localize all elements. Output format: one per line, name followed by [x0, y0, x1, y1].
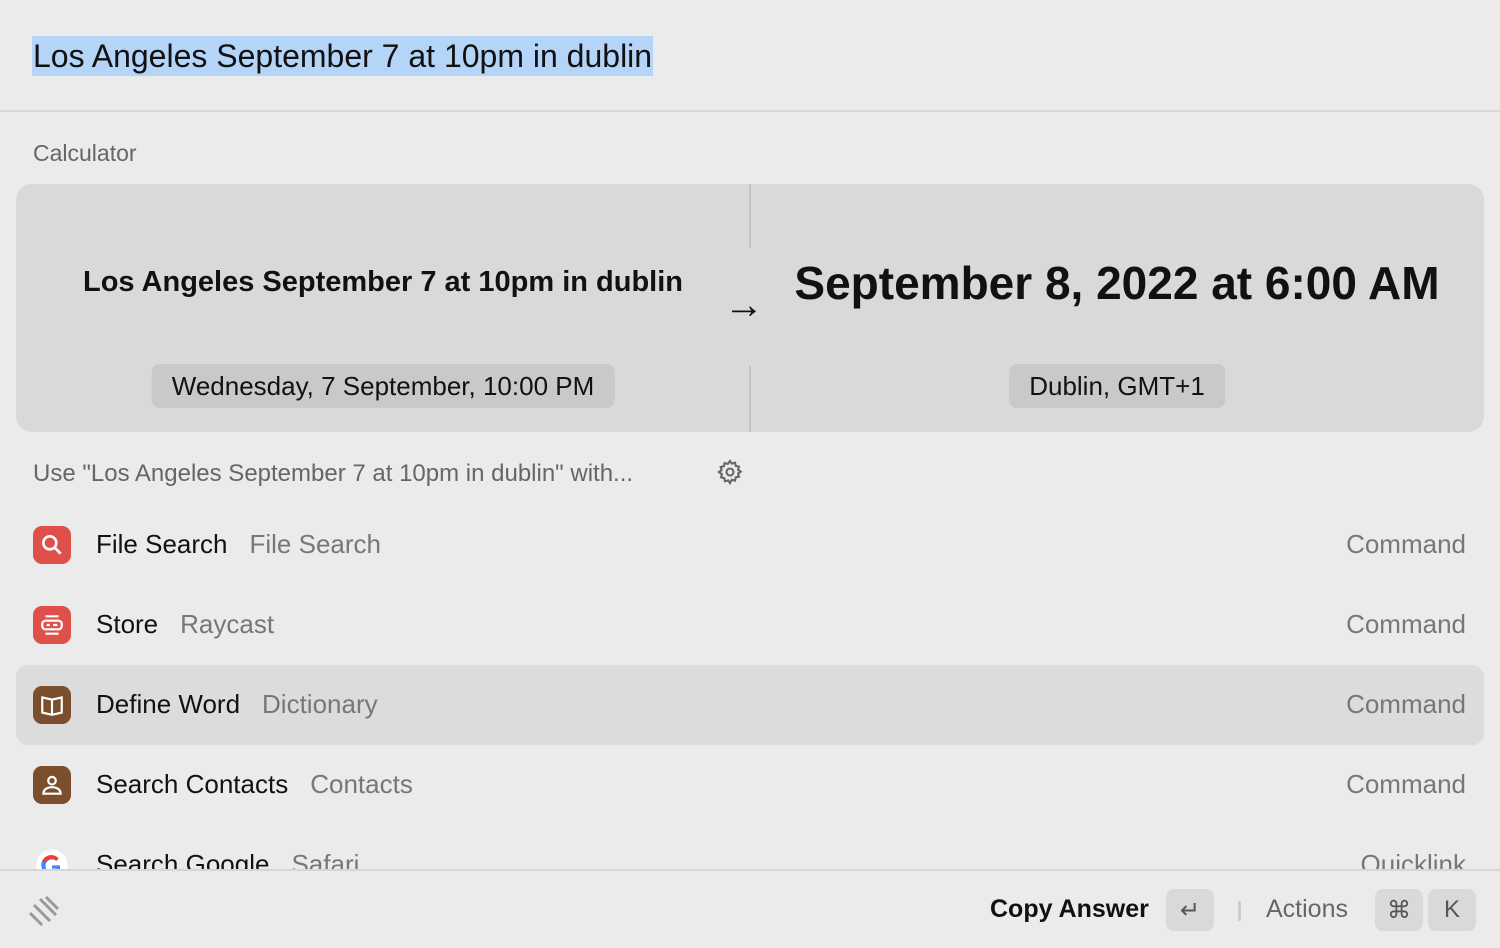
command-key-icon: ⌘ — [1375, 889, 1423, 931]
footer-bar: Copy Answer ↵ Actions ⌘ K — [0, 869, 1500, 948]
section-label: Calculator — [33, 140, 137, 166]
item-kind: Command — [1346, 769, 1466, 799]
item-subtitle: Contacts — [310, 769, 413, 799]
item-title: Store Raycast — [96, 609, 274, 640]
search-input[interactable]: Los Angeles September 7 at 10pm in dubli… — [32, 36, 654, 76]
divider — [1238, 901, 1241, 921]
item-kind: Quicklink — [1360, 849, 1466, 869]
list-item[interactable]: Search Google Safari Quicklink — [16, 825, 1484, 869]
gear-icon[interactable] — [716, 458, 744, 486]
fallback-label: Use "Los Angeles September 7 at 10pm in … — [33, 460, 634, 487]
arrow-right-icon: → — [724, 283, 764, 327]
answer-text: September 8, 2022 at 6:00 AM — [794, 257, 1440, 309]
item-title-text: Store — [96, 609, 159, 639]
store-icon — [33, 606, 71, 644]
list-item[interactable]: File Search File Search Command — [16, 505, 1484, 585]
actions-button[interactable]: Actions — [1266, 895, 1348, 924]
item-kind: Command — [1346, 529, 1466, 559]
question-text: Los Angeles September 7 at 10pm in dubli… — [83, 266, 683, 298]
k-key-icon: K — [1428, 889, 1476, 931]
results-list: File Search File Search Command Store Rayc… — [0, 505, 1500, 869]
list-item[interactable]: Define Word Dictionary Command — [16, 665, 1484, 745]
item-kind: Command — [1346, 609, 1466, 639]
calculator-question: Los Angeles September 7 at 10pm in dubli… — [16, 184, 750, 432]
raycast-logo-icon — [28, 895, 60, 927]
item-title-text: File Search — [96, 529, 228, 559]
book-icon — [33, 686, 71, 724]
magnifier-icon — [33, 526, 71, 564]
copy-answer-button[interactable]: Copy Answer — [990, 895, 1149, 924]
item-title-text: Define Word — [96, 689, 241, 719]
item-title: File Search File Search — [96, 529, 381, 560]
item-subtitle: File Search — [249, 529, 382, 559]
google-icon — [33, 846, 71, 869]
enter-key-icon: ↵ — [1166, 889, 1214, 931]
item-title: Define Word Dictionary — [96, 689, 378, 720]
item-title-text: Search Contacts — [96, 769, 289, 799]
list-item[interactable]: Search Contacts Contacts Command — [16, 745, 1484, 825]
item-title: Search Google Safari — [96, 849, 359, 869]
item-subtitle: Safari — [291, 849, 360, 869]
list-item[interactable]: Store Raycast Command — [16, 585, 1484, 665]
calculator-answer: September 8, 2022 at 6:00 AM Dublin, GMT… — [750, 184, 1484, 432]
person-icon — [33, 766, 71, 804]
answer-detail: Dublin, GMT+1 — [1009, 364, 1225, 408]
item-title: Search Contacts Contacts — [96, 769, 413, 800]
item-title-text: Search Google — [96, 849, 270, 869]
item-subtitle: Raycast — [180, 609, 275, 639]
question-detail: Wednesday, 7 September, 10:00 PM — [151, 364, 615, 408]
divider — [0, 110, 1500, 112]
item-kind: Command — [1346, 689, 1466, 719]
item-subtitle: Dictionary — [262, 689, 378, 719]
